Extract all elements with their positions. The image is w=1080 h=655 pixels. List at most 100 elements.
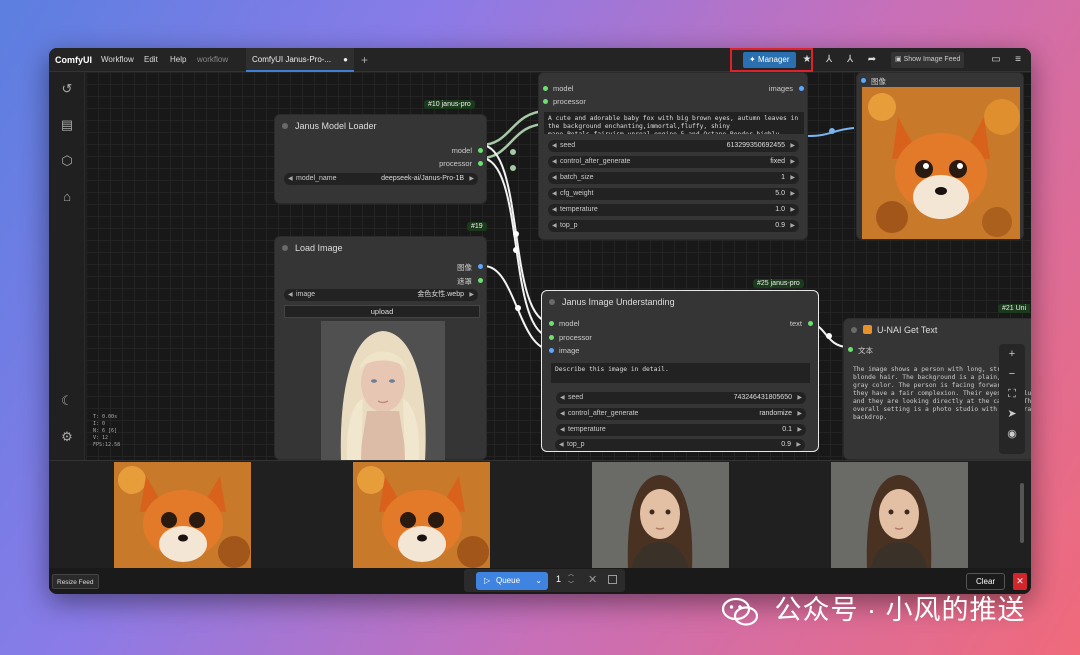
document-icon[interactable]: ▤ bbox=[58, 116, 76, 134]
clear-button[interactable]: Clear bbox=[966, 573, 1006, 590]
input-text-socket[interactable] bbox=[848, 347, 853, 352]
right-arrow-icon[interactable]: ▶ bbox=[790, 172, 795, 184]
widget-value: 5.0 bbox=[775, 190, 785, 197]
output-image-socket[interactable] bbox=[478, 264, 483, 269]
input-model-socket[interactable] bbox=[549, 321, 554, 326]
left-arrow-icon[interactable]: ◀ bbox=[552, 220, 557, 232]
right-arrow-icon[interactable]: ▶ bbox=[797, 424, 802, 436]
prompt-textarea[interactable]: A cute and adorable baby fox with big br… bbox=[544, 112, 804, 134]
feed-thumbnail-fox[interactable] bbox=[114, 462, 251, 569]
stepper-icon[interactable]: ︿ ﹀ bbox=[568, 570, 574, 590]
temperature-widget[interactable]: ◀ temperature 1.0 ▶ bbox=[548, 204, 799, 216]
widget-value: 0.9 bbox=[775, 222, 785, 229]
feed-scrollbar[interactable] bbox=[1020, 483, 1024, 543]
feed-thumbnail-fox[interactable] bbox=[353, 462, 490, 569]
image-file-dropdown[interactable]: ◀ image 金色女性.webp ▶ bbox=[284, 289, 478, 301]
panel-toggle-icon[interactable]: ▭ bbox=[987, 51, 1005, 69]
output-mask-socket[interactable] bbox=[478, 278, 483, 283]
seed-widget[interactable]: ◀ seed 743246431805650 ▶ bbox=[556, 392, 806, 404]
batch-count-input[interactable]: 1 bbox=[556, 574, 561, 584]
share-alt-icon[interactable]: ⅄ bbox=[820, 51, 838, 69]
right-arrow-icon[interactable]: ▶ bbox=[790, 188, 795, 200]
node-preview-image[interactable]: 图像 bbox=[856, 72, 1024, 240]
menu-help[interactable]: Help bbox=[170, 48, 186, 72]
right-arrow-icon[interactable]: ▶ bbox=[790, 220, 795, 232]
tab-janus-pro[interactable]: ComfyUI Janus-Pro-... ● bbox=[246, 48, 354, 72]
feed-thumbnail-girl[interactable] bbox=[831, 462, 968, 569]
output-text-label: text bbox=[789, 319, 802, 328]
settings-gear-icon[interactable]: ⚙ bbox=[58, 428, 76, 446]
output-images-socket[interactable] bbox=[799, 86, 804, 91]
left-arrow-icon[interactable]: ◀ bbox=[288, 289, 293, 301]
share-arrow-icon[interactable]: ➦ bbox=[863, 51, 881, 69]
input-image-socket[interactable] bbox=[549, 348, 554, 353]
control-after-generate-widget[interactable]: ◀ control_after_generate randomize ▶ bbox=[556, 408, 806, 420]
right-arrow-icon[interactable]: ▶ bbox=[469, 173, 474, 185]
hamburger-menu-icon[interactable]: ≡ bbox=[1009, 51, 1027, 69]
right-arrow-icon[interactable]: ▶ bbox=[797, 408, 802, 420]
cfg-weight-widget[interactable]: ◀ cfg_weight 5.0 ▶ bbox=[548, 188, 799, 200]
right-arrow-icon[interactable]: ▶ bbox=[797, 392, 802, 404]
left-arrow-icon[interactable]: ◀ bbox=[552, 172, 557, 184]
watermark-text: 公众号 · 小风的推送 bbox=[774, 595, 1026, 625]
eye-icon[interactable]: ◉ bbox=[999, 424, 1025, 444]
show-image-feed-button[interactable]: ▣ Show Image Feed bbox=[891, 52, 965, 68]
left-arrow-icon[interactable]: ◀ bbox=[552, 188, 557, 200]
left-arrow-icon[interactable]: ◀ bbox=[552, 156, 557, 168]
question-textarea[interactable]: Describe this image in detail. bbox=[551, 363, 810, 383]
tab-workflow[interactable]: workflow bbox=[197, 48, 228, 72]
top-p-widget[interactable]: ◀ top_p 0.9 ▶ bbox=[548, 220, 799, 232]
output-processor-socket[interactable] bbox=[478, 161, 483, 166]
left-arrow-icon[interactable]: ◀ bbox=[560, 408, 565, 420]
right-arrow-icon[interactable]: ▶ bbox=[790, 204, 795, 216]
output-text-socket[interactable] bbox=[808, 321, 813, 326]
right-arrow-icon[interactable]: ▶ bbox=[790, 156, 795, 168]
temperature-widget[interactable]: ◀ temperature 0.1 ▶ bbox=[556, 424, 806, 436]
top-p-widget[interactable]: ◀ top_p 0.9 ▶ bbox=[555, 439, 805, 451]
left-arrow-icon[interactable]: ◀ bbox=[559, 439, 564, 451]
left-arrow-icon[interactable]: ◀ bbox=[552, 140, 557, 152]
node-janus-image-understanding[interactable]: Janus Image Understanding model processo… bbox=[541, 290, 819, 452]
menu-edit[interactable]: Edit bbox=[144, 48, 158, 72]
moon-icon[interactable]: ☾ bbox=[58, 392, 76, 410]
node-janus-image-generation[interactable]: model processor images A cute and adorab… bbox=[538, 72, 808, 240]
output-model-socket[interactable] bbox=[478, 148, 483, 153]
zoom-out-icon[interactable]: − bbox=[999, 364, 1025, 384]
left-arrow-icon[interactable]: ◀ bbox=[560, 392, 565, 404]
node-canvas[interactable]: #10 janus-pro Janus Model Loader model p… bbox=[86, 72, 1031, 460]
right-arrow-icon[interactable]: ▶ bbox=[796, 439, 801, 451]
seed-widget[interactable]: ◀ seed 613299350692455 ▶ bbox=[548, 140, 799, 152]
left-arrow-icon[interactable]: ◀ bbox=[288, 173, 293, 185]
menu-workflow[interactable]: Workflow bbox=[101, 48, 134, 72]
batch-size-widget[interactable]: ◀ batch_size 1 ▶ bbox=[548, 172, 799, 184]
input-model-socket[interactable] bbox=[543, 86, 548, 91]
new-tab-button[interactable]: + bbox=[361, 48, 368, 72]
pointer-icon[interactable]: ➤ bbox=[999, 404, 1025, 424]
node-load-image[interactable]: Load Image 图像 遮罩 ◀ image 金色女性.webp ▶ upl… bbox=[274, 236, 487, 460]
close-feed-button[interactable]: ✕ bbox=[1013, 573, 1027, 590]
right-arrow-icon[interactable]: ▶ bbox=[790, 140, 795, 152]
share-user-icon[interactable]: ⅄ bbox=[841, 51, 859, 69]
history-icon[interactable]: ↺ bbox=[58, 80, 76, 98]
left-arrow-icon[interactable]: ◀ bbox=[552, 204, 557, 216]
cube-icon[interactable]: ⬡ bbox=[58, 152, 76, 170]
node-janus-model-loader[interactable]: Janus Model Loader model processor ◀ mod… bbox=[274, 114, 487, 204]
folder-icon[interactable]: ⌂ bbox=[58, 188, 76, 206]
fit-view-icon[interactable]: ⛶ bbox=[999, 384, 1025, 404]
queue-button[interactable]: ▷ Queue ⌄ bbox=[476, 572, 548, 590]
feed-thumbnail-girl[interactable] bbox=[592, 462, 729, 569]
input-image-socket[interactable] bbox=[861, 78, 866, 83]
zoom-in-icon[interactable]: + bbox=[999, 344, 1025, 364]
model-name-dropdown[interactable]: ◀ model_name deepseek-ai/Janus-Pro-1B ▶ bbox=[284, 173, 478, 185]
left-arrow-icon[interactable]: ◀ bbox=[560, 424, 565, 436]
control-after-generate-widget[interactable]: ◀ control_after_generate fixed ▶ bbox=[548, 156, 799, 168]
chevron-down-icon[interactable]: ⌄ bbox=[535, 572, 542, 590]
resize-feed-button[interactable]: Resize Feed bbox=[52, 574, 99, 589]
stop-square-icon[interactable] bbox=[608, 575, 617, 584]
star-icon[interactable]: ★ bbox=[798, 51, 816, 69]
upload-button[interactable]: upload bbox=[284, 305, 480, 318]
input-processor-socket[interactable] bbox=[543, 99, 548, 104]
right-arrow-icon[interactable]: ▶ bbox=[469, 289, 474, 301]
input-processor-socket[interactable] bbox=[549, 335, 554, 340]
cancel-x-icon[interactable]: ✕ bbox=[588, 573, 597, 586]
